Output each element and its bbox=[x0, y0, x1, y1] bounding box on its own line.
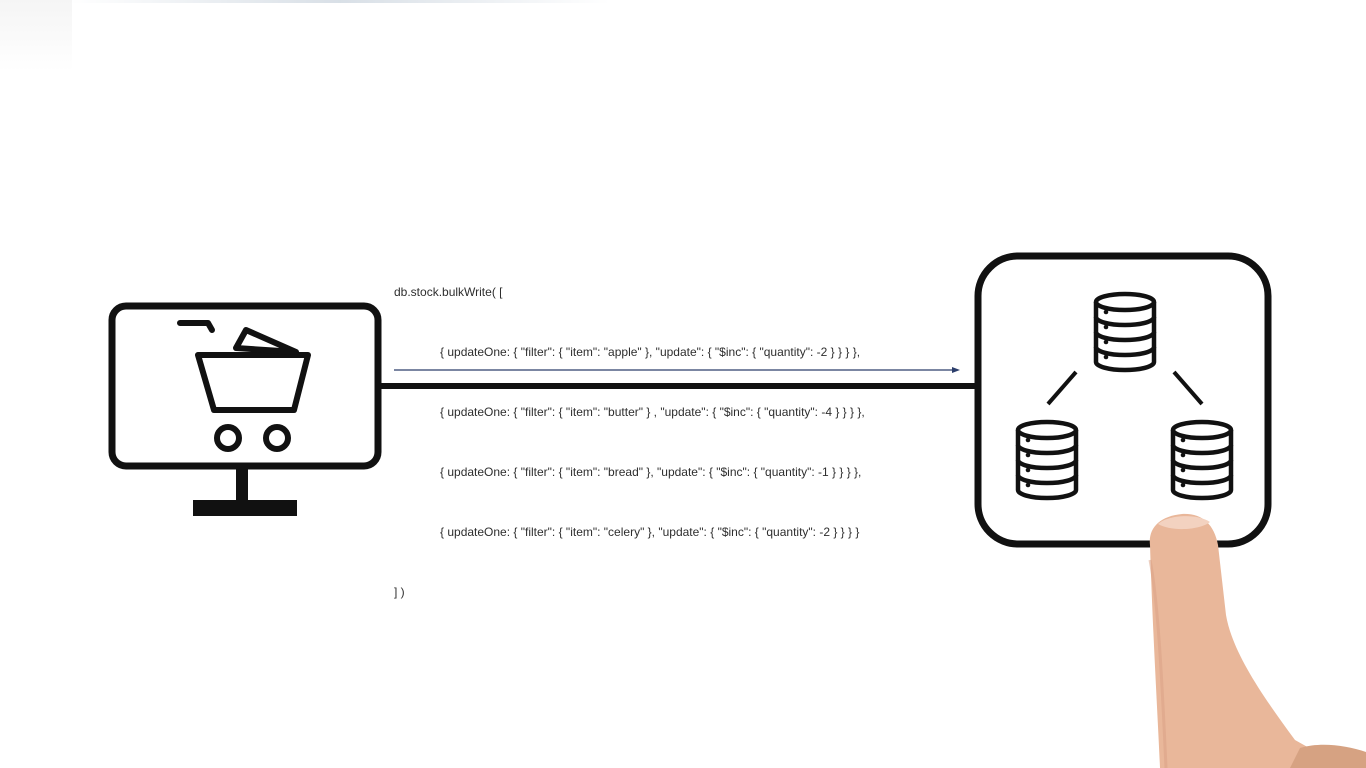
pointing-finger bbox=[1148, 513, 1366, 768]
code-line-celery: { updateOne: { "filter": { "item": "cele… bbox=[440, 525, 860, 539]
code-close-line: ] ) bbox=[394, 585, 405, 599]
code-line-bread: { updateOne: { "filter": { "item": "brea… bbox=[440, 465, 862, 479]
code-line-butter: { updateOne: { "filter": { "item": "butt… bbox=[440, 405, 865, 419]
code-line-apple: { updateOne: { "filter": { "item": "appl… bbox=[440, 345, 861, 359]
database-primary-icon bbox=[1093, 291, 1157, 373]
diagram-canvas: db.stock.bulkWrite( [ { updateOne: { "fi… bbox=[0, 0, 1366, 768]
code-open-line: db.stock.bulkWrite( [ bbox=[394, 285, 503, 299]
database-secondary-left-icon bbox=[1015, 419, 1079, 501]
bulk-write-code: db.stock.bulkWrite( [ { updateOne: { "fi… bbox=[394, 242, 974, 642]
database-secondary-right-icon bbox=[1170, 419, 1234, 501]
